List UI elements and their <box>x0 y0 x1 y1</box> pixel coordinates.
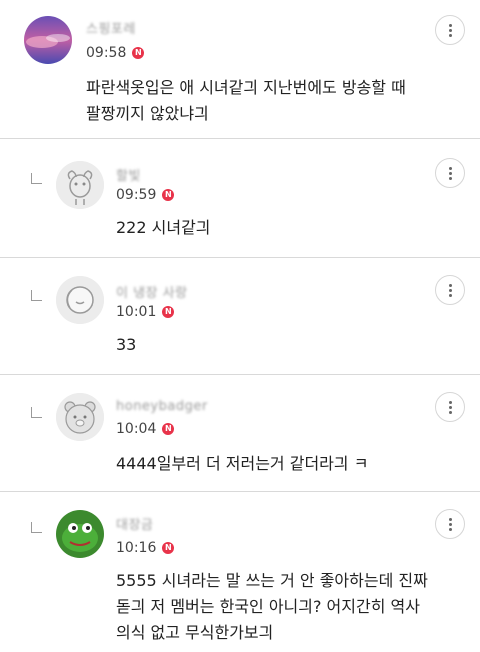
comment-item: 스핑포레 09:58 N 파란색옷입은 애 시녀같긔 지난번에도 방송할 때 팔… <box>0 0 480 138</box>
reply-arrow-icon <box>31 173 42 184</box>
comment-text: 5555 시녀라는 말 쓰는 거 안 좋아하는데 진짜 돋긔 저 멤버는 한국인… <box>116 571 428 642</box>
more-dot-icon <box>448 166 452 170</box>
more-dot-icon <box>448 400 452 404</box>
more-dot-icon <box>448 176 452 180</box>
comment-text: 4444일부러 더 저러는거 같더라긔 ㅋ <box>116 454 369 473</box>
more-dot-icon <box>448 527 452 531</box>
bear-avatar-icon <box>56 393 104 441</box>
nickname[interactable]: 스핑포레 <box>86 18 136 37</box>
reply-item: 이 냉장 사랑 10:01 N 33 <box>0 258 480 374</box>
nickname[interactable]: 대장금 <box>116 514 153 533</box>
round-character-avatar-icon <box>56 276 104 324</box>
more-dot-icon <box>448 171 452 175</box>
comment-text: 33 <box>116 335 137 354</box>
more-dot-icon <box>448 288 452 292</box>
nickname[interactable]: 이 냉장 사랑 <box>116 282 188 301</box>
reply-item: 대장금 10:16 N 5555 시녀라는 말 쓰는 거 안 좋아하는데 진짜 … <box>0 492 480 652</box>
more-dot-icon <box>448 23 452 27</box>
comment-text: 파란색옷입은 애 시녀같긔 지난번에도 방송할 때 팔짱끼지 않았냐긔 <box>86 78 406 123</box>
timestamp: 10:16 <box>116 540 157 556</box>
new-badge: N <box>162 542 175 554</box>
avatar[interactable] <box>56 393 104 441</box>
avatar[interactable] <box>56 276 104 324</box>
timestamp-row: 10:16 N <box>116 540 175 556</box>
more-dot-icon <box>448 522 452 526</box>
avatar[interactable] <box>24 16 72 64</box>
timestamp-row: 09:58 N <box>86 45 145 61</box>
more-options-button[interactable] <box>435 275 465 305</box>
new-badge: N <box>162 423 175 435</box>
reply-arrow-icon <box>31 522 42 533</box>
more-options-button[interactable] <box>435 158 465 188</box>
more-options-button[interactable] <box>435 15 465 45</box>
nickname[interactable]: 할빛 <box>116 165 141 184</box>
more-dot-icon <box>448 293 452 297</box>
timestamp: 10:01 <box>116 304 157 320</box>
timestamp: 09:58 <box>86 45 127 61</box>
timestamp: 10:04 <box>116 421 157 437</box>
more-options-button[interactable] <box>435 509 465 539</box>
more-dot-icon <box>448 517 452 521</box>
more-dot-icon <box>448 410 452 414</box>
reply-item: 할빛 09:59 N 222 시녀같긔 <box>0 139 480 257</box>
timestamp-row: 09:59 N <box>116 187 175 203</box>
new-badge: N <box>162 306 175 318</box>
more-dot-icon <box>448 283 452 287</box>
dog-avatar-icon <box>56 161 104 209</box>
new-badge: N <box>162 189 175 201</box>
reply-arrow-icon <box>31 407 42 418</box>
timestamp-row: 10:04 N <box>116 421 175 437</box>
new-badge: N <box>132 47 145 59</box>
reply-item: honeybadger 10:04 N 4444일부러 더 저러는거 같더라긔 … <box>0 375 480 491</box>
reply-arrow-icon <box>31 290 42 301</box>
avatar[interactable] <box>56 161 104 209</box>
frog-avatar-icon <box>56 510 104 558</box>
avatar[interactable] <box>56 510 104 558</box>
comment-text: 222 시녀같긔 <box>116 218 211 237</box>
more-options-button[interactable] <box>435 392 465 422</box>
sky-photo-icon <box>24 16 72 64</box>
more-dot-icon <box>448 405 452 409</box>
more-dot-icon <box>448 28 452 32</box>
more-dot-icon <box>448 33 452 37</box>
timestamp-row: 10:01 N <box>116 304 175 320</box>
timestamp: 09:59 <box>116 187 157 203</box>
nickname[interactable]: honeybadger <box>116 399 208 414</box>
